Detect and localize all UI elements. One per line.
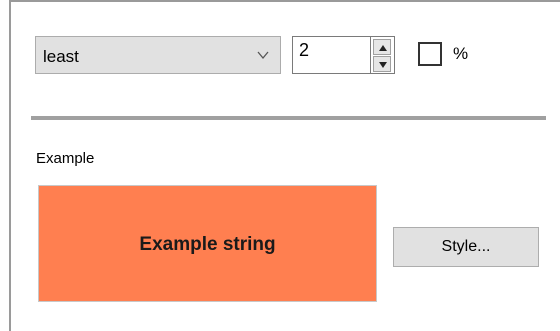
condition-dropdown-value: least	[43, 47, 79, 66]
count-spin-input[interactable]: 2	[292, 36, 371, 74]
separator	[31, 116, 546, 120]
percent-label: %	[453, 44, 469, 63]
spin-down-button[interactable]	[373, 56, 391, 72]
style-button[interactable]: Style...	[393, 227, 539, 267]
example-preview-text: Example string	[139, 234, 276, 255]
percent-checkbox[interactable]	[418, 42, 442, 66]
arrow-up-icon	[379, 45, 387, 51]
arrow-down-icon	[379, 62, 387, 68]
spin-up-button[interactable]	[373, 39, 391, 55]
chevron-down-icon	[256, 48, 270, 62]
condition-dropdown[interactable]: least	[35, 36, 281, 74]
example-preview: Example string	[38, 185, 377, 302]
count-spin-value: 2	[299, 40, 310, 60]
example-label: Example	[36, 150, 95, 167]
count-spin-buttons	[371, 36, 395, 74]
